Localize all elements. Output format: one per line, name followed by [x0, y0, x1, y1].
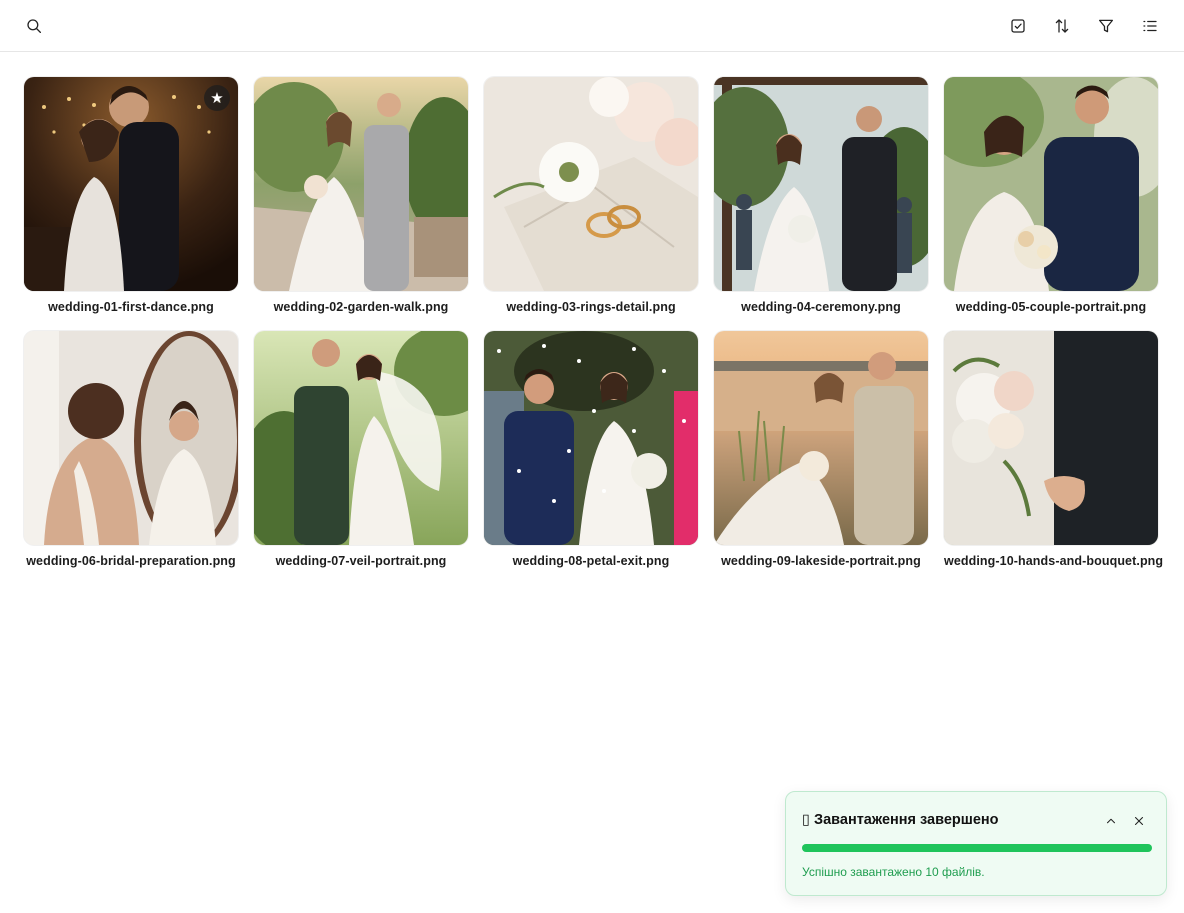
image-thumbnail[interactable]	[944, 331, 1158, 545]
image-thumbnail[interactable]	[714, 331, 928, 545]
wedding-photo-image	[714, 331, 928, 545]
file-name-label: wedding-08-petal-exit.png	[512, 554, 670, 568]
image-thumbnail[interactable]	[24, 331, 238, 545]
file-name-label: wedding-06-bridal-preparation.png	[26, 554, 236, 568]
file-name-label: wedding-07-veil-portrait.png	[275, 554, 447, 568]
file-name-label: wedding-02-garden-walk.png	[273, 300, 449, 314]
file-name-label: wedding-04-ceremony.png	[741, 300, 901, 314]
file-name-label: wedding-05-couple-portrait.png	[955, 300, 1147, 314]
gallery-item[interactable]: wedding-10-hands-and-bouquet.png	[944, 331, 1164, 585]
collapse-chevron-up-icon[interactable]	[1101, 811, 1121, 831]
search-icon[interactable]	[23, 15, 45, 37]
gallery-item[interactable]: wedding-03-rings-detail.png	[484, 77, 698, 331]
top-toolbar	[0, 0, 1184, 52]
image-thumbnail[interactable]	[484, 77, 698, 291]
toast-title: ▯ Завантаження завершено	[802, 812, 999, 828]
gallery-item[interactable]: wedding-05-couple-portrait.png	[944, 77, 1158, 331]
upload-progress-fill	[802, 844, 1152, 852]
favorite-star-badge[interactable]: ★	[204, 85, 230, 111]
sort-icon[interactable]	[1051, 15, 1073, 37]
wedding-photo-image	[714, 77, 928, 291]
gallery-item[interactable]: wedding-07-veil-portrait.png	[254, 331, 468, 585]
close-icon[interactable]	[1129, 811, 1149, 831]
toast-message: Успішно завантажено 10 файлів.	[802, 865, 985, 879]
gallery-item[interactable]: wedding-08-petal-exit.png	[484, 331, 698, 585]
wedding-photo-image	[254, 77, 468, 291]
wedding-photo-image	[24, 331, 238, 545]
wedding-photo-image	[254, 331, 468, 545]
gallery-item[interactable]: ★ wedding-01-first-dance.png	[24, 77, 238, 331]
gallery-item[interactable]: wedding-04-ceremony.png	[714, 77, 928, 331]
file-name-label: wedding-01-first-dance.png	[48, 300, 214, 314]
image-thumbnail[interactable]	[484, 331, 698, 545]
image-thumbnail[interactable]	[714, 77, 928, 291]
wedding-photo-image	[484, 77, 698, 291]
wedding-photo-image	[944, 331, 1158, 545]
upload-progress-bar	[802, 844, 1152, 852]
wedding-photo-image	[484, 331, 698, 545]
image-thumbnail[interactable]	[254, 77, 468, 291]
gallery-item[interactable]: wedding-09-lakeside-portrait.png	[714, 331, 928, 585]
select-checkbox-icon[interactable]	[1007, 15, 1029, 37]
image-thumbnail[interactable]: ★	[24, 77, 238, 291]
list-view-icon[interactable]	[1139, 15, 1161, 37]
file-name-label: wedding-09-lakeside-portrait.png	[721, 554, 921, 568]
wedding-photo-image	[24, 77, 238, 291]
file-name-label: wedding-10-hands-and-bouquet.png	[944, 554, 1164, 568]
filter-icon[interactable]	[1095, 15, 1117, 37]
gallery-item[interactable]: wedding-02-garden-walk.png	[254, 77, 468, 331]
gallery-item[interactable]: wedding-06-bridal-preparation.png	[24, 331, 238, 585]
image-thumbnail[interactable]	[944, 77, 1158, 291]
file-name-label: wedding-03-rings-detail.png	[506, 300, 676, 314]
image-gallery-grid: ★ wedding-01-first-dance.png wedding-02-…	[24, 77, 1164, 585]
wedding-photo-image	[944, 77, 1158, 291]
image-thumbnail[interactable]	[254, 331, 468, 545]
star-icon: ★	[210, 89, 224, 107]
upload-complete-toast: ▯ Завантаження завершено Успішно заванта…	[785, 791, 1167, 896]
